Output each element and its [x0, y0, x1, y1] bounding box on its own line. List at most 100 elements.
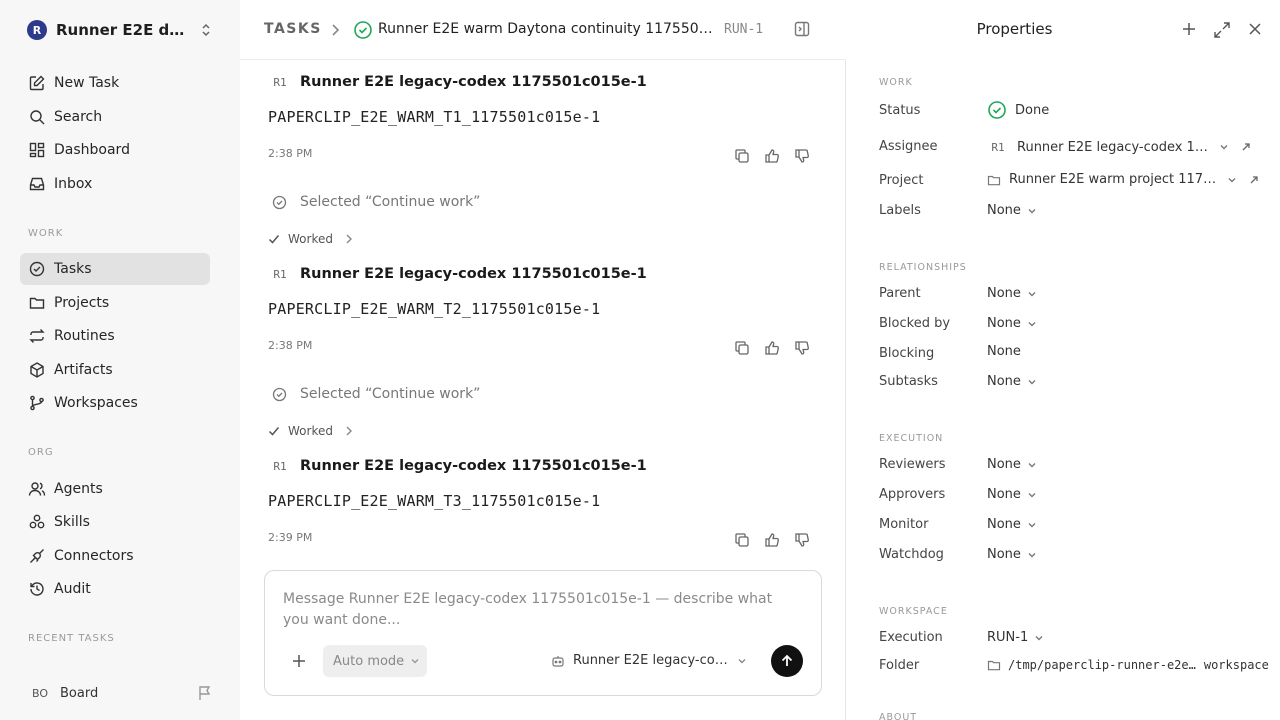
- search-icon: [28, 108, 46, 126]
- worked-toggle[interactable]: Worked: [268, 232, 353, 246]
- status-value[interactable]: Done: [987, 100, 1049, 120]
- event-label: Selected “Continue work”: [300, 194, 481, 210]
- arrow-up-icon: [780, 654, 794, 668]
- sidebar: R Runner E2E da... New Task Search Dashb…: [0, 0, 240, 720]
- chevron-down-icon: [1027, 520, 1037, 530]
- message-actions: [734, 532, 810, 548]
- nav-routines[interactable]: Routines: [20, 320, 210, 352]
- project-name: Runner E2E warm project 1175501c015e-1: [1009, 172, 1221, 187]
- plus-icon[interactable]: [291, 653, 307, 669]
- properties-title: Properties: [976, 20, 1053, 38]
- nav-agents[interactable]: Agents: [20, 473, 210, 505]
- reviewers-text: None: [987, 457, 1021, 472]
- nav-label: Routines: [54, 328, 115, 344]
- blocked-by-text: None: [987, 316, 1021, 331]
- message-input[interactable]: [283, 589, 795, 635]
- copy-icon[interactable]: [734, 532, 750, 548]
- approvers-value[interactable]: None: [987, 487, 1037, 502]
- nav-label: Search: [54, 109, 103, 125]
- nav-projects[interactable]: Projects: [20, 287, 210, 319]
- mode-label: Auto mode: [333, 653, 405, 669]
- folder-value[interactable]: /tmp/paperclip-runner-e2e… workspace: [987, 658, 1269, 672]
- approvers-label: Approvers: [879, 487, 946, 502]
- history-icon: [28, 580, 46, 598]
- flag-icon[interactable]: [198, 685, 212, 701]
- nav-connectors[interactable]: Connectors: [20, 540, 210, 572]
- nav-new-task[interactable]: New Task: [20, 67, 210, 99]
- message-author: R1 Runner E2E legacy-codex 1175501c015e-…: [268, 262, 646, 286]
- labels-text: None: [987, 203, 1021, 218]
- properties-panel: Properties WORK Status Done Assignee R1 …: [847, 0, 1280, 720]
- nav-tasks[interactable]: Tasks: [20, 253, 210, 285]
- thumbs-down-icon[interactable]: [794, 340, 810, 356]
- nav-search[interactable]: Search: [20, 101, 210, 133]
- external-link-icon[interactable]: [1241, 142, 1251, 152]
- chevron-down-icon: [1027, 490, 1037, 500]
- nav-skills[interactable]: Skills: [20, 506, 210, 538]
- blocking-value: None: [987, 344, 1021, 359]
- expand-icon[interactable]: [1213, 21, 1231, 39]
- avatar: R1: [273, 267, 287, 281]
- chevron-down-icon: [1027, 206, 1037, 216]
- chevron-down-icon: [737, 656, 747, 666]
- labels-value[interactable]: None: [987, 203, 1037, 218]
- nav-workspaces[interactable]: Workspaces: [20, 387, 210, 419]
- section-work: WORK: [879, 77, 913, 88]
- selected-choice-event: Selected “Continue work”: [272, 386, 480, 402]
- assignee-label: Assignee: [879, 139, 938, 154]
- section-workspace: WORKSPACE: [879, 606, 948, 617]
- breadcrumb-tasks[interactable]: TASKS: [264, 21, 322, 37]
- parent-text: None: [987, 286, 1021, 301]
- mode-select[interactable]: Auto mode: [323, 645, 427, 677]
- check-circle-icon: [272, 387, 287, 402]
- thumbs-up-icon[interactable]: [764, 148, 780, 164]
- nav-label: Connectors: [54, 548, 134, 564]
- send-button[interactable]: [771, 645, 803, 677]
- worked-label: Worked: [288, 424, 333, 438]
- nav-label: Skills: [54, 514, 90, 530]
- board-user[interactable]: BO Board: [20, 678, 220, 708]
- external-link-icon[interactable]: [1249, 175, 1259, 185]
- copy-icon[interactable]: [734, 340, 750, 356]
- monitor-text: None: [987, 517, 1021, 532]
- subtasks-value[interactable]: None: [987, 374, 1037, 389]
- agent-select[interactable]: Runner E2E legacy-codex 1175501c015e-1: [551, 653, 747, 668]
- message-body: PAPERCLIP_E2E_WARM_T3_1175501c015e-1: [268, 492, 601, 510]
- thumbs-up-icon[interactable]: [764, 532, 780, 548]
- nav-dashboard[interactable]: Dashboard: [20, 134, 210, 166]
- nav-artifacts[interactable]: Artifacts: [20, 354, 210, 386]
- chevron-right-icon: [345, 425, 353, 437]
- status-text: Done: [1015, 102, 1050, 118]
- board-label: Board: [60, 685, 99, 701]
- thumbs-down-icon[interactable]: [794, 532, 810, 548]
- thumbs-down-icon[interactable]: [794, 148, 810, 164]
- check-icon: [268, 233, 280, 245]
- nav-audit[interactable]: Audit: [20, 573, 210, 605]
- panel-toggle-icon[interactable]: [794, 21, 810, 37]
- copy-icon[interactable]: [734, 148, 750, 164]
- nav-inbox[interactable]: Inbox: [20, 168, 210, 200]
- chevron-down-icon: [1227, 175, 1237, 185]
- assignee-value[interactable]: R1 Runner E2E legacy-codex 1175501c015e-…: [987, 136, 1251, 158]
- message-actions: [734, 340, 810, 356]
- project-value[interactable]: Runner E2E warm project 1175501c015e-1: [987, 172, 1259, 187]
- author-name: Runner E2E legacy-codex 1175501c015e-1: [300, 458, 647, 474]
- monitor-value[interactable]: None: [987, 517, 1037, 532]
- blocked-by-value[interactable]: None: [987, 316, 1037, 331]
- execution-label: Execution: [879, 630, 943, 645]
- reviewers-value[interactable]: None: [987, 457, 1037, 472]
- thumbs-up-icon[interactable]: [764, 340, 780, 356]
- edit-icon: [28, 74, 46, 92]
- execution-value[interactable]: RUN-1: [987, 630, 1044, 645]
- worked-toggle[interactable]: Worked: [268, 424, 353, 438]
- check-icon: [268, 425, 280, 437]
- parent-value[interactable]: None: [987, 286, 1037, 301]
- task-thread: TASKS Runner E2E warm Daytona continuity…: [240, 0, 846, 720]
- message-body: PAPERCLIP_E2E_WARM_T2_1175501c015e-1: [268, 300, 601, 318]
- plus-icon[interactable]: [1181, 21, 1197, 39]
- close-icon[interactable]: [1247, 21, 1263, 39]
- worked-label: Worked: [288, 232, 333, 246]
- subtasks-text: None: [987, 374, 1021, 389]
- workspace-switcher[interactable]: R Runner E2E da...: [20, 14, 220, 46]
- watchdog-value[interactable]: None: [987, 547, 1037, 562]
